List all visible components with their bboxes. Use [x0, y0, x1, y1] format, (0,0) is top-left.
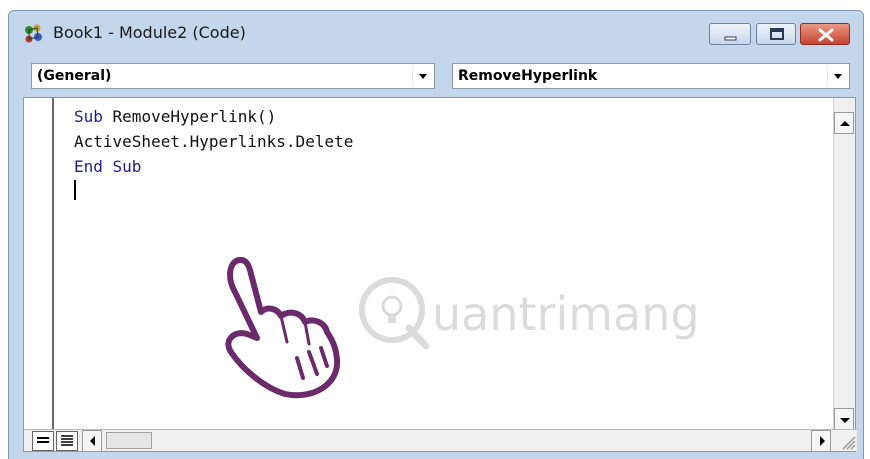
watermark: uantrimang [359, 277, 700, 350]
procedure-view-button[interactable] [32, 431, 54, 451]
minimize-button[interactable] [709, 23, 751, 45]
procedure-dropdown[interactable]: RemoveHyperlink [452, 63, 850, 89]
text-cursor [74, 180, 76, 200]
horizontal-scroll-thumb[interactable] [106, 432, 152, 449]
scroll-up-button[interactable] [834, 112, 854, 134]
chevron-up-icon [840, 121, 850, 126]
code-area[interactable]: Sub RemoveHyperlink() ActiveSheet.Hyperl… [74, 104, 353, 179]
vba-project-icon [25, 24, 42, 43]
chevron-left-icon [90, 436, 95, 446]
chevron-right-icon [820, 436, 825, 446]
window-title: Book1 - Module2 (Code) [53, 23, 246, 42]
watermark-text: uantrimang [432, 287, 700, 341]
code-line: End Sub [74, 154, 353, 179]
code-editor[interactable]: Sub RemoveHyperlink() ActiveSheet.Hyperl… [23, 97, 857, 452]
chevron-down-icon [419, 74, 427, 79]
title-bar[interactable]: Book1 - Module2 (Code) [9, 11, 863, 59]
object-dropdown[interactable]: (General) [31, 63, 435, 89]
object-dropdown-button[interactable] [412, 65, 433, 87]
margin-indicator-bar[interactable] [24, 98, 54, 430]
scroll-left-button[interactable] [82, 430, 102, 452]
code-window: Book1 - Module2 (Code) (General) RemoveH… [8, 10, 864, 459]
hand-pointer-icon [225, 256, 341, 399]
close-icon [818, 28, 834, 42]
code-text: RemoveHyperlink() [102, 107, 277, 126]
vertical-scrollbar[interactable] [833, 98, 855, 430]
full-module-view-button[interactable] [56, 431, 78, 451]
object-dropdown-value: (General) [37, 68, 112, 84]
procedure-view-icon [37, 437, 49, 443]
code-text: ActiveSheet.Hyperlinks.Delete [74, 132, 354, 151]
code-keyword: Sub [74, 107, 103, 126]
scroll-right-button[interactable] [811, 430, 831, 452]
horizontal-scrollbar[interactable] [24, 429, 857, 452]
scroll-down-button[interactable] [834, 408, 854, 430]
procedure-dropdown-value: RemoveHyperlink [458, 68, 598, 84]
maximize-button[interactable] [756, 23, 796, 45]
minimize-icon [724, 36, 737, 41]
chevron-down-icon [834, 74, 842, 79]
resize-grip-icon[interactable] [835, 429, 857, 451]
code-line: Sub RemoveHyperlink() [74, 104, 353, 129]
code-keyword: End Sub [74, 157, 142, 176]
full-module-view-icon [61, 435, 73, 446]
close-button[interactable] [800, 23, 850, 45]
chevron-down-icon [840, 418, 850, 423]
procedure-dropdown-button[interactable] [827, 65, 848, 87]
maximize-icon [770, 28, 784, 40]
code-line: ActiveSheet.Hyperlinks.Delete [74, 129, 353, 154]
